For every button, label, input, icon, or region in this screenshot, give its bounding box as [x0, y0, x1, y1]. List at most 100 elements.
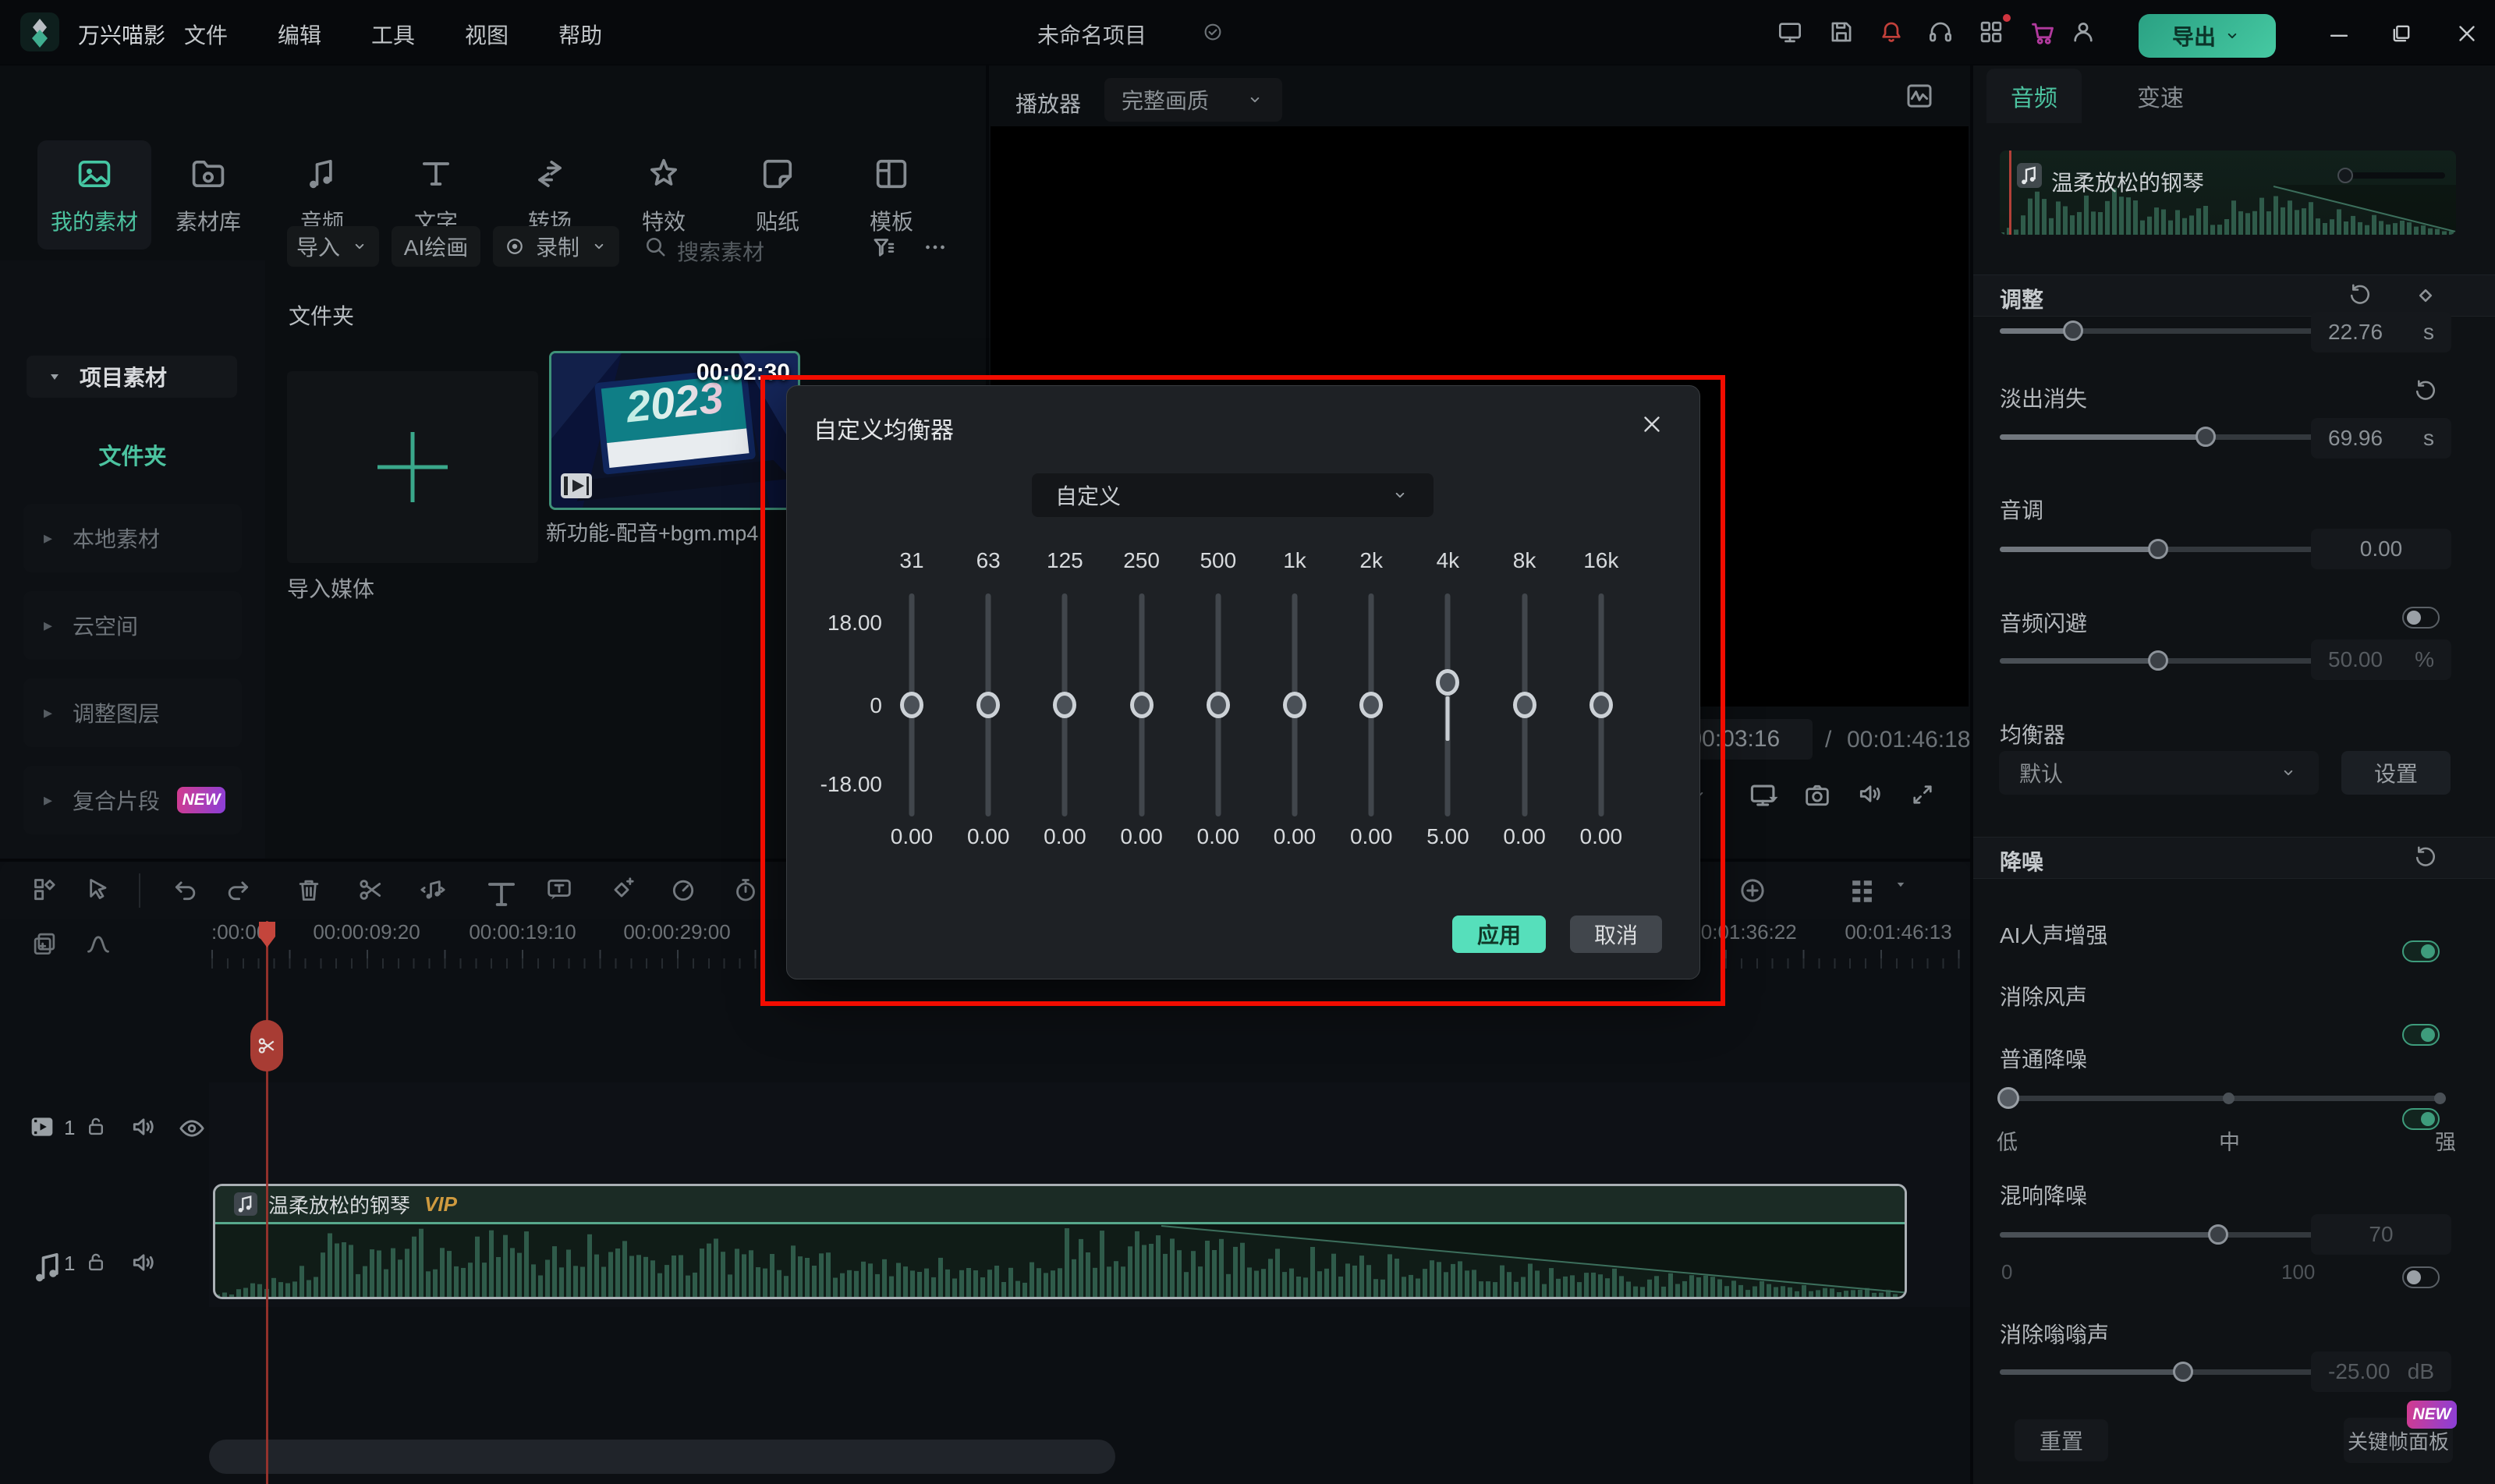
- delete-icon[interactable]: [293, 874, 324, 905]
- detach-audio-icon[interactable]: [417, 874, 448, 905]
- filter-icon[interactable]: [869, 232, 898, 262]
- fade-out-slider[interactable]: [2000, 434, 2316, 440]
- ducking-toggle[interactable]: [2402, 607, 2440, 629]
- more-options-icon[interactable]: [920, 232, 950, 262]
- media-clip-card[interactable]: 2023 00:02:30: [549, 351, 800, 510]
- project-material-header[interactable]: 项目素材: [27, 356, 237, 398]
- reverb-denoise-toggle[interactable]: [2402, 1266, 2440, 1288]
- video-lock-icon[interactable]: [83, 1113, 109, 1139]
- menu-4[interactable]: 视图: [465, 23, 509, 48]
- eq-band-thumb[interactable]: [1436, 669, 1459, 696]
- eq-band-thumb[interactable]: [1359, 692, 1383, 718]
- speech-to-text-icon[interactable]: [544, 874, 575, 905]
- adjust-keyframe-icon[interactable]: [2412, 282, 2440, 310]
- eq-band-thumb[interactable]: [976, 692, 1000, 718]
- playhead-marker[interactable]: [258, 921, 276, 949]
- import-button[interactable]: 导入: [287, 226, 379, 267]
- video-track-lane[interactable]: [209, 1082, 1970, 1184]
- save-icon[interactable]: [1827, 17, 1856, 47]
- media-tab-7[interactable]: 贴纸: [721, 140, 835, 250]
- fade-out-reset-icon[interactable]: [2412, 377, 2440, 406]
- reset-button[interactable]: 重置: [2015, 1419, 2108, 1461]
- cart-icon[interactable]: [2027, 17, 2058, 48]
- playhead-line[interactable]: [266, 921, 268, 1484]
- maximize-button[interactable]: [2388, 20, 2415, 47]
- apps-grid-icon[interactable]: [1976, 17, 2006, 47]
- spline-icon[interactable]: [83, 929, 114, 960]
- dialog-close-icon[interactable]: [1639, 411, 1665, 437]
- eq-band-thumb[interactable]: [1589, 692, 1613, 718]
- timeline-hscrollbar[interactable]: [209, 1440, 1115, 1474]
- account-icon[interactable]: [2068, 17, 2098, 47]
- search-input[interactable]: 搜索素材: [677, 236, 764, 267]
- sidebar-item-2[interactable]: ▸云空间: [23, 591, 242, 660]
- text-tool-icon[interactable]: [481, 874, 522, 915]
- volume-speaker-icon[interactable]: [1855, 778, 1886, 809]
- tab-audio[interactable]: 音频: [1986, 69, 2082, 123]
- sidebar-item-3[interactable]: ▸调整图层: [23, 678, 242, 747]
- equalizer-settings-button[interactable]: 设置: [2341, 751, 2451, 795]
- eq-band-thumb[interactable]: [1130, 692, 1154, 718]
- select-tool-icon[interactable]: [82, 874, 113, 905]
- card-volume-slider[interactable]: [2344, 172, 2445, 179]
- ai-paint-button[interactable]: AI绘画: [392, 226, 480, 267]
- scope-icon[interactable]: [1903, 80, 1936, 112]
- eq-band-thumb[interactable]: [1053, 692, 1076, 718]
- media-tab-2[interactable]: 素材库: [151, 140, 265, 250]
- zoom-fit-icon[interactable]: [1736, 874, 1769, 907]
- eq-band-thumb[interactable]: [1283, 692, 1306, 718]
- copy-plus-icon[interactable]: [30, 929, 59, 958]
- sidebar-item-4[interactable]: ▸复合片段NEW: [23, 766, 242, 834]
- add-keyframe-icon[interactable]: [606, 874, 637, 905]
- speed-icon[interactable]: [668, 874, 699, 905]
- adjust-reset-icon[interactable]: [2346, 282, 2374, 310]
- fullscreen-icon[interactable]: [1908, 780, 1937, 809]
- eq-band-thumb[interactable]: [900, 692, 923, 718]
- split-scissors-icon[interactable]: [355, 874, 386, 905]
- eq-band-thumb[interactable]: [1207, 692, 1230, 718]
- reverb-slider[interactable]: [2000, 1232, 2316, 1238]
- preview-display-icon[interactable]: [1747, 778, 1781, 813]
- fade-in-slider[interactable]: [2000, 328, 2316, 334]
- menu-1[interactable]: 文件: [184, 23, 228, 48]
- folder-nav-item[interactable]: 文件夹: [0, 438, 265, 471]
- menu-3[interactable]: 工具: [371, 23, 415, 48]
- denoise-level-mid-dot[interactable]: [2223, 1093, 2235, 1104]
- ai-voice-toggle[interactable]: [2402, 940, 2440, 962]
- menu-5[interactable]: 帮助: [558, 23, 602, 48]
- alert-icon[interactable]: [1877, 17, 1906, 47]
- close-button[interactable]: [2454, 20, 2480, 47]
- denoise-level-high-dot[interactable]: [2434, 1093, 2446, 1104]
- denoise-reset-icon[interactable]: [2412, 844, 2440, 872]
- normal-denoise-toggle[interactable]: [2402, 1108, 2440, 1130]
- playhead-scissors-badge[interactable]: [250, 1020, 283, 1071]
- quality-dropdown[interactable]: 完整画质: [1104, 78, 1282, 122]
- fade-in-value[interactable]: 22.76s: [2311, 312, 2451, 352]
- display-mode-icon[interactable]: [1775, 17, 1805, 47]
- pitch-value[interactable]: 0.00: [2311, 529, 2451, 569]
- record-button[interactable]: 录制: [493, 226, 619, 267]
- apply-button[interactable]: 应用: [1452, 916, 1546, 953]
- eq-band-thumb[interactable]: [1513, 692, 1536, 718]
- minimize-button[interactable]: [2326, 20, 2352, 47]
- ducking-slider[interactable]: [2000, 658, 2316, 664]
- card-volume-knob[interactable]: [2337, 168, 2353, 183]
- timeline-audio-clip[interactable]: 温柔放松的钢琴 VIP: [213, 1184, 1907, 1299]
- export-button[interactable]: 导出: [2139, 14, 2276, 58]
- snapshot-camera-icon[interactable]: [1802, 780, 1833, 811]
- video-mute-icon[interactable]: [128, 1111, 159, 1142]
- track-height-caret-icon[interactable]: [1891, 874, 1911, 894]
- redo-icon[interactable]: [222, 874, 253, 905]
- sidebar-item-1[interactable]: ▸本地素材: [23, 504, 242, 572]
- audio-lock-icon[interactable]: [83, 1248, 109, 1275]
- wind-removal-toggle[interactable]: [2402, 1024, 2440, 1046]
- pitch-slider[interactable]: [2000, 547, 2316, 552]
- media-tab-1[interactable]: 我的素材: [37, 140, 151, 250]
- render-timer-icon[interactable]: [730, 874, 761, 905]
- undo-icon[interactable]: [170, 874, 201, 905]
- tab-speed[interactable]: 变速: [2114, 69, 2207, 123]
- import-media-tile[interactable]: [287, 371, 538, 563]
- cancel-button[interactable]: 取消: [1570, 916, 1662, 953]
- hum-slider[interactable]: [2000, 1369, 2316, 1375]
- denoise-level-knob[interactable]: [1997, 1087, 2019, 1109]
